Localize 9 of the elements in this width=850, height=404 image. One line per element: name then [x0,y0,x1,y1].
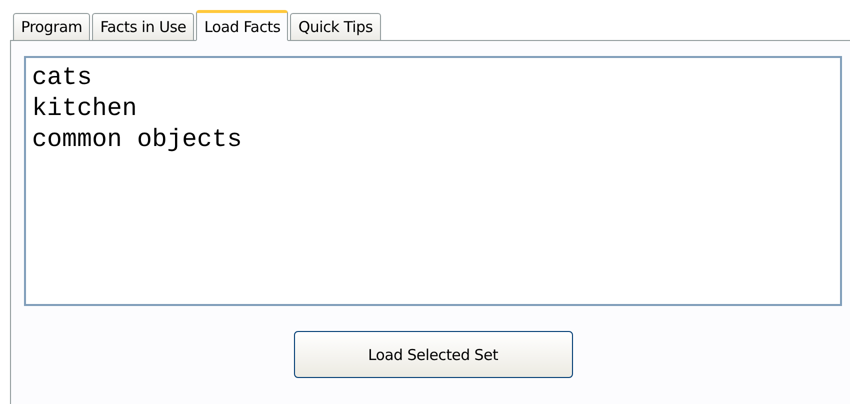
tab[interactable]: Program [13,13,90,41]
list-item[interactable]: common objects [32,124,834,155]
load-button[interactable]: Load Selected Set [294,331,572,378]
list-item[interactable]: kitchen [32,93,834,124]
tab[interactable]: Quick Tips [290,13,381,41]
tab[interactable]: Load Facts [196,10,288,41]
list-box[interactable]: cats kitchen common objects [24,56,842,306]
list-item[interactable]: cats [32,62,834,93]
tab[interactable]: Facts in Use [92,13,194,41]
